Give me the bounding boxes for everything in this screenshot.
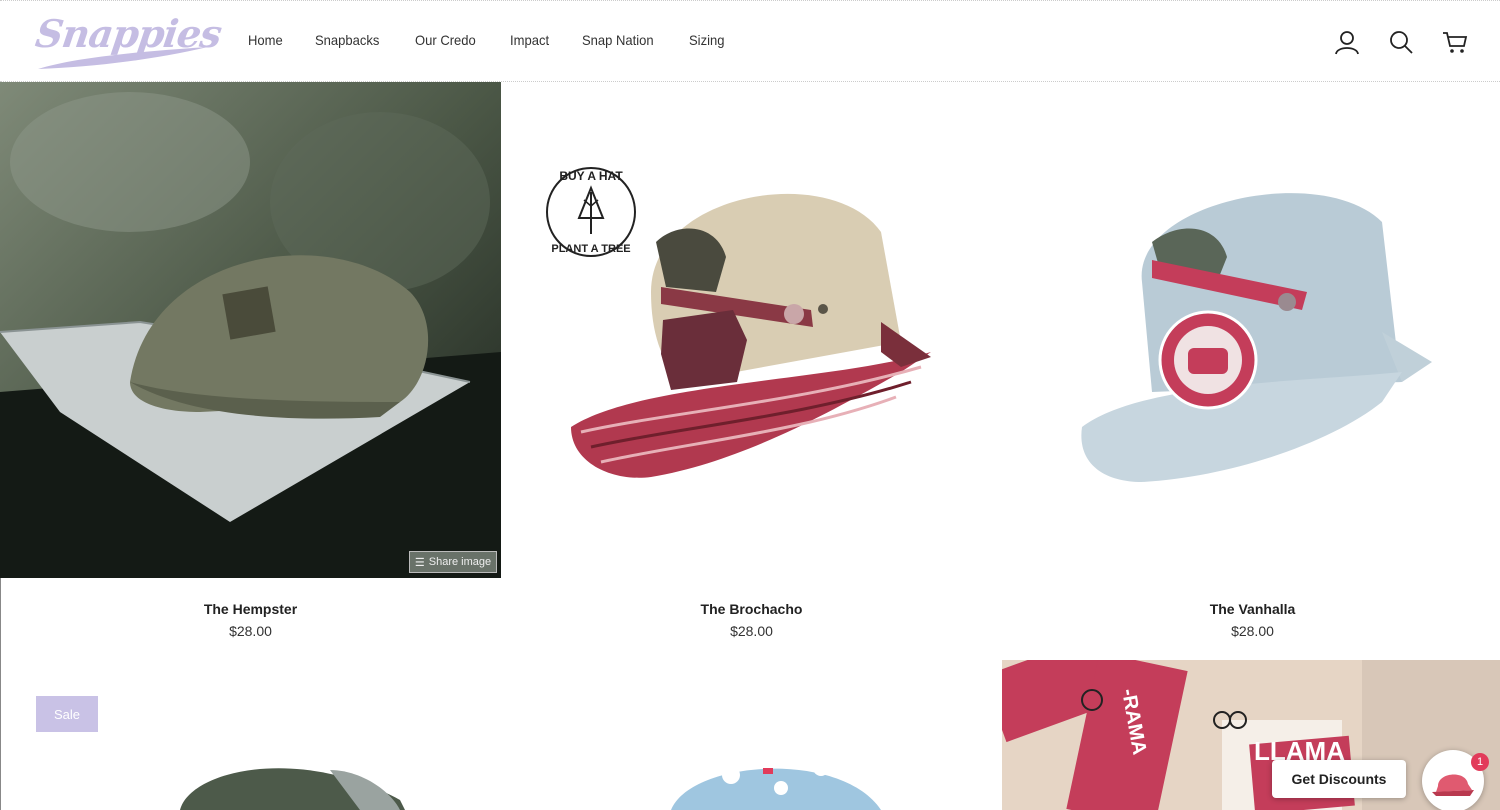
product-image-hempster[interactable]: ☰ Share image (0, 82, 501, 578)
product-card-hempster[interactable]: ☰ Share image The Hempster $28.00 (0, 82, 501, 642)
product-title[interactable]: The Hempster (0, 601, 501, 617)
badge-bottom-text: PLANT A TREE (551, 243, 630, 255)
main-nav: Home Snapbacks Our Credo Impact Snap Nat… (248, 32, 757, 48)
search-icon[interactable] (1388, 29, 1414, 55)
nav-snapbacks[interactable]: Snapbacks (315, 32, 379, 48)
brochacho-photo (571, 193, 931, 478)
logo-swoosh (38, 47, 208, 69)
product-card-row2-2[interactable] (501, 660, 1002, 810)
user-icon[interactable] (1334, 29, 1360, 55)
nav-snap-nation[interactable]: Snap Nation (582, 32, 654, 48)
product-card-row2-1[interactable] (0, 660, 501, 810)
product-price: $28.00 (730, 623, 773, 639)
row2-cap-1-photo (180, 768, 405, 810)
product-image-vanhalla[interactable] (1002, 82, 1500, 578)
vanhalla-photo (1081, 193, 1432, 482)
site-header: Snappies Home Snapbacks Our Credo Impact… (0, 0, 1500, 82)
hempster-photo (0, 82, 501, 578)
sale-badge: Sale (36, 696, 98, 732)
share-image-label: Share image (428, 556, 492, 568)
product-price: $28.00 (229, 623, 272, 639)
nav-home[interactable]: Home (248, 32, 283, 48)
discounts-count-badge: 1 (1471, 753, 1489, 771)
nav-impact[interactable]: Impact (510, 32, 549, 48)
share-layers-icon: ☰ (414, 556, 425, 569)
badge-top-text: BUY A HAT (559, 169, 623, 183)
product-image-brochacho[interactable]: BUY A HAT PLANT A TREE (501, 82, 1002, 578)
header-actions (1334, 29, 1468, 55)
get-discounts-button[interactable]: Get Discounts (1272, 760, 1406, 798)
share-image-button[interactable]: ☰ Share image (409, 551, 497, 573)
product-price: $28.00 (1231, 623, 1274, 639)
product-title[interactable]: The Brochacho (501, 601, 1002, 617)
product-title[interactable]: The Vanhalla (1002, 601, 1500, 617)
nav-sizing[interactable]: Sizing (689, 32, 724, 48)
product-card-brochacho[interactable]: BUY A HAT PLANT A TREE The Brochacho $28… (501, 82, 1002, 642)
cart-icon[interactable] (1442, 29, 1468, 55)
brand-logo[interactable]: Snappies (33, 11, 224, 71)
nav-our-credo[interactable]: Our Credo (415, 32, 476, 48)
row2-cap-2-photo (671, 760, 881, 810)
product-card-vanhalla[interactable]: The Vanhalla $28.00 (1002, 82, 1500, 642)
plant-a-tree-badge: BUY A HAT PLANT A TREE (546, 167, 636, 257)
